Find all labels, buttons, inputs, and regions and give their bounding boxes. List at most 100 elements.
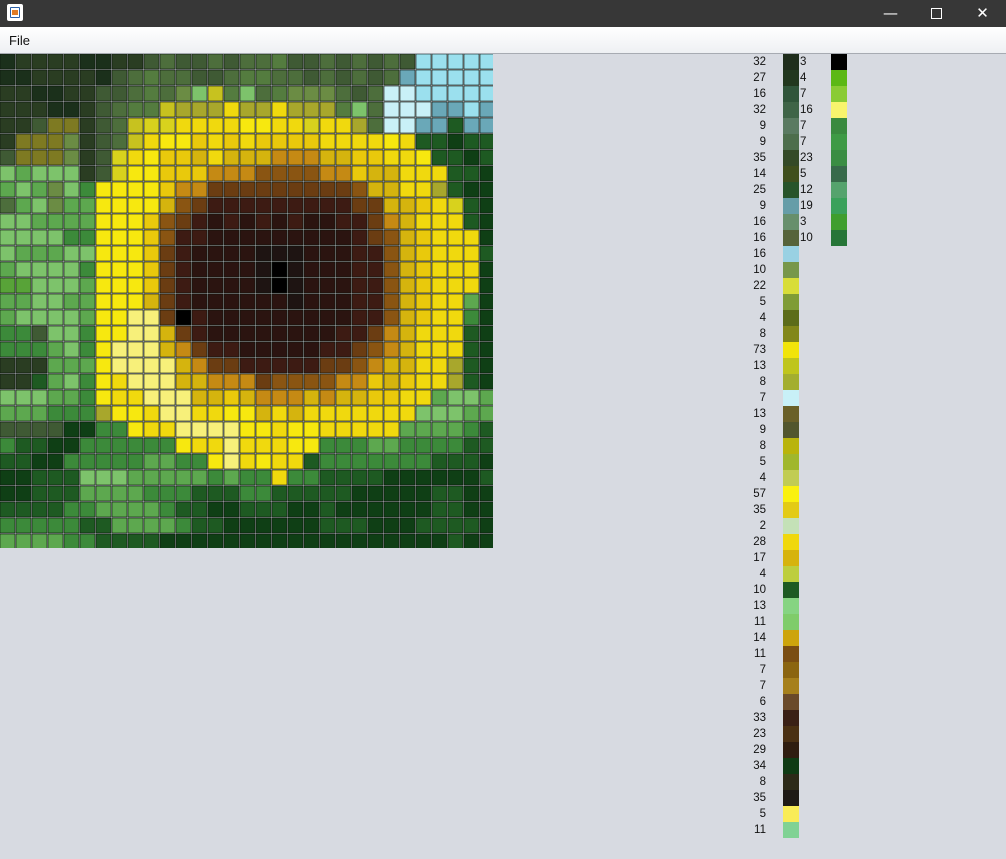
mosaic-tile — [303, 517, 320, 534]
mosaic-tile — [79, 85, 96, 102]
mosaic-tile — [143, 229, 160, 246]
mosaic-tile — [255, 133, 272, 150]
mosaic-tile — [79, 389, 96, 406]
mosaic-tile — [479, 245, 493, 262]
mosaic-tile — [239, 421, 256, 438]
mosaic-tile — [447, 293, 464, 310]
mosaic-tile — [95, 421, 112, 438]
mosaic-tile — [287, 165, 304, 182]
mosaic-tile — [79, 517, 96, 534]
mosaic-tile — [415, 469, 432, 486]
mosaic-tile — [127, 517, 144, 534]
mosaic-tile — [223, 197, 240, 214]
mosaic-tile — [47, 341, 64, 358]
mosaic-tile — [303, 69, 320, 86]
mosaic-tile — [463, 405, 480, 422]
mosaic-tile — [271, 437, 288, 454]
mosaic-tile — [415, 149, 432, 166]
mosaic-tile — [399, 293, 416, 310]
mosaic-tile — [0, 501, 16, 518]
mosaic-tile — [383, 165, 400, 182]
mosaic-tile — [367, 181, 384, 198]
mosaic-tile — [31, 533, 48, 548]
mosaic-tile — [415, 437, 432, 454]
mosaic-tile — [223, 277, 240, 294]
mosaic-tile — [175, 149, 192, 166]
mosaic-tile — [335, 69, 352, 86]
mosaic-tile — [207, 469, 224, 486]
close-button[interactable]: ✕ — [960, 0, 1005, 27]
mosaic-tile — [431, 213, 448, 230]
mosaic-tile — [271, 501, 288, 518]
mosaic-tile — [159, 357, 176, 374]
mosaic-tile — [143, 54, 160, 70]
mosaic-tile — [15, 485, 32, 502]
mosaic-tile — [15, 325, 32, 342]
mosaic-tile — [207, 421, 224, 438]
mosaic-tile — [399, 357, 416, 374]
mosaic-tile — [47, 117, 64, 134]
mosaic-tile — [367, 277, 384, 294]
palette-swatch — [783, 246, 799, 262]
palette-count-column: 32 27 16 32 9 9 35 14 25 9 16 16 16 10 22 5 4 8 73 13 8 7 13 9 8… — [738, 54, 766, 838]
mosaic-tile — [175, 85, 192, 102]
mosaic-tile — [159, 437, 176, 454]
palette-count: 28 — [753, 536, 766, 548]
mosaic-tile — [0, 309, 16, 326]
mosaic-tile — [223, 133, 240, 150]
mosaic-tile — [255, 389, 272, 406]
minimize-button[interactable]: — — [868, 0, 913, 27]
mosaic-tile — [63, 181, 80, 198]
mosaic-tile — [47, 54, 64, 70]
mosaic-tile — [0, 181, 16, 198]
mosaic-tile — [79, 181, 96, 198]
mosaic-tile — [255, 229, 272, 246]
mosaic-tile — [15, 165, 32, 182]
mosaic-tile — [303, 54, 320, 70]
mosaic-tile — [463, 533, 480, 548]
mosaic-tile — [47, 165, 64, 182]
mosaic-tile — [143, 101, 160, 118]
mosaic-tile — [191, 389, 208, 406]
mosaic-tile — [95, 165, 112, 182]
minimize-icon: — — [883, 4, 898, 22]
mosaic-tile — [0, 469, 16, 486]
mosaic-tile — [111, 117, 128, 134]
menu-file[interactable]: File — [9, 33, 30, 49]
mosaic-tile — [351, 325, 368, 342]
mosaic-tile — [127, 357, 144, 374]
mosaic-tile — [271, 69, 288, 86]
mosaic-tile — [0, 437, 16, 454]
mosaic-tile — [447, 133, 464, 150]
palette-swatch — [831, 54, 847, 70]
mosaic-tile — [271, 213, 288, 230]
mosaic-tile — [191, 85, 208, 102]
mosaic-tile — [191, 245, 208, 262]
mosaic-tile — [351, 133, 368, 150]
mosaic-tile — [367, 325, 384, 342]
maximize-button[interactable] — [914, 0, 959, 27]
mosaic-tile — [367, 213, 384, 230]
mosaic-tile — [175, 117, 192, 134]
mosaic-image — [0, 54, 493, 548]
mosaic-tile — [159, 533, 176, 548]
mosaic-tile — [95, 501, 112, 518]
mosaic-tile — [0, 357, 16, 374]
mosaic-tile — [287, 533, 304, 548]
mosaic-tile — [319, 485, 336, 502]
mosaic-tile — [255, 437, 272, 454]
mosaic-tile — [463, 197, 480, 214]
mosaic-tile — [303, 325, 320, 342]
mosaic-tile — [255, 213, 272, 230]
mosaic-tile — [127, 485, 144, 502]
mosaic-tile — [271, 293, 288, 310]
mosaic-tile — [79, 341, 96, 358]
mosaic-tile — [47, 469, 64, 486]
mosaic-tile — [415, 517, 432, 534]
mosaic-tile — [159, 213, 176, 230]
mosaic-tile — [111, 197, 128, 214]
mosaic-tile — [191, 213, 208, 230]
mosaic-tile — [415, 85, 432, 102]
mosaic-tile — [95, 117, 112, 134]
palette-swatch — [783, 470, 799, 486]
